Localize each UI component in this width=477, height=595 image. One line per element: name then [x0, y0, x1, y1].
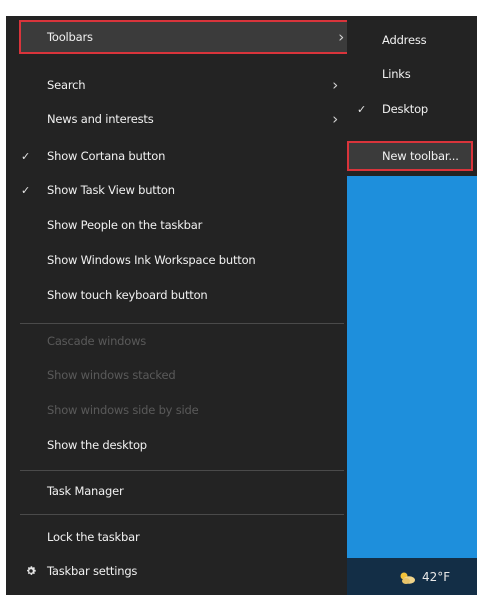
- menu-item-label: Show windows side by side: [47, 403, 199, 417]
- chevron-right-icon: ›: [338, 28, 344, 46]
- menu-item-label: Show windows stacked: [47, 368, 176, 382]
- menu-item-label: News and interests: [47, 112, 154, 126]
- toolbars-submenu: Address Links ✓ Desktop New toolbar...: [347, 16, 477, 176]
- temperature-label: 42°F: [422, 570, 451, 584]
- chevron-right-icon: ›: [332, 110, 338, 128]
- menu-item-show-windows-stacked: Show windows stacked: [6, 358, 347, 392]
- menu-item-label: Taskbar settings: [47, 564, 138, 578]
- submenu-item-address[interactable]: Address: [347, 25, 477, 55]
- taskbar-context-menu: Toolbars › Search › News and interests ›…: [6, 16, 349, 595]
- menu-item-label: Search: [47, 78, 86, 92]
- taskbar-weather[interactable]: 42°F: [398, 566, 450, 588]
- menu-item-label: Task Manager: [47, 484, 124, 498]
- menu-item-label: Show Cortana button: [47, 149, 166, 163]
- menu-item-toolbars[interactable]: Toolbars ›: [19, 20, 349, 54]
- checkmark-icon: ✓: [357, 102, 367, 116]
- menu-item-label: Toolbars: [47, 30, 93, 44]
- menu-item-show-people[interactable]: Show People on the taskbar: [6, 208, 347, 242]
- menu-item-show-windows-ink[interactable]: Show Windows Ink Workspace button: [6, 243, 347, 277]
- submenu-item-label: Desktop: [382, 102, 429, 116]
- submenu-item-desktop[interactable]: ✓ Desktop: [347, 94, 477, 124]
- menu-item-show-task-view-button[interactable]: ✓ Show Task View button: [6, 173, 347, 207]
- menu-item-lock-the-taskbar[interactable]: Lock the taskbar: [6, 520, 347, 554]
- menu-item-label: Lock the taskbar: [47, 530, 140, 544]
- menu-item-task-manager[interactable]: Task Manager: [6, 474, 347, 508]
- menu-item-taskbar-settings[interactable]: Taskbar settings: [6, 554, 347, 588]
- submenu-item-label: Links: [382, 67, 411, 81]
- submenu-item-links[interactable]: Links: [347, 59, 477, 89]
- submenu-item-label: New toolbar...: [382, 149, 459, 163]
- weather-icon: [398, 568, 416, 586]
- menu-item-show-touch-keyboard[interactable]: Show touch keyboard button: [6, 278, 347, 312]
- menu-item-cascade-windows: Cascade windows: [6, 324, 347, 358]
- submenu-item-new-toolbar[interactable]: New toolbar...: [347, 141, 473, 171]
- chevron-right-icon: ›: [332, 76, 338, 94]
- menu-item-news-and-interests[interactable]: News and interests ›: [6, 102, 347, 136]
- checkmark-icon: ✓: [21, 183, 31, 197]
- menu-separator: [20, 470, 344, 471]
- menu-item-label: Show Task View button: [47, 183, 175, 197]
- checkmark-icon: ✓: [21, 149, 31, 163]
- menu-item-label: Show the desktop: [47, 438, 147, 452]
- submenu-item-label: Address: [382, 33, 427, 47]
- menu-item-search[interactable]: Search ›: [6, 68, 347, 102]
- gear-icon: [25, 554, 37, 588]
- menu-separator: [20, 514, 344, 515]
- menu-item-show-cortana-button[interactable]: ✓ Show Cortana button: [6, 139, 347, 173]
- menu-item-label: Cascade windows: [47, 334, 147, 348]
- menu-item-label: Show People on the taskbar: [47, 218, 203, 232]
- menu-item-label: Show touch keyboard button: [47, 288, 208, 302]
- menu-item-show-windows-side-by-side: Show windows side by side: [6, 393, 347, 427]
- menu-item-show-the-desktop[interactable]: Show the desktop: [6, 428, 347, 462]
- desktop-background: [347, 176, 477, 558]
- menu-item-label: Show Windows Ink Workspace button: [47, 253, 256, 267]
